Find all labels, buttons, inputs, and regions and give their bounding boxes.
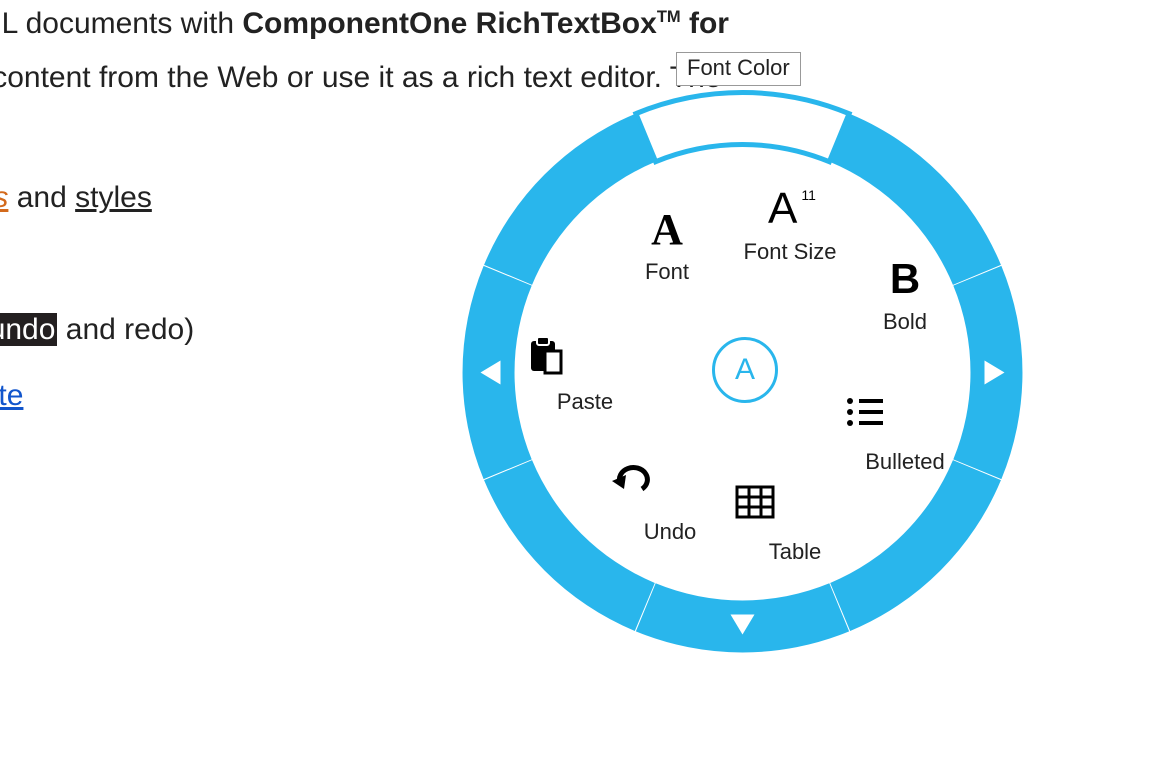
radial-item-label: Font Size — [730, 239, 850, 265]
tooltip: Font Color — [676, 52, 801, 86]
highlighted-text: undo — [0, 313, 57, 346]
radial-item-font-size[interactable]: A11 Font Size — [730, 185, 850, 265]
doc-text: and redo) — [57, 313, 194, 346]
radial-center-label: A — [735, 353, 755, 387]
doc-text: t as HTML documents with — [0, 7, 242, 40]
radial-item-label: Bulleted — [845, 449, 965, 475]
radial-item-label: Font — [607, 259, 727, 285]
radial-item-bulleted[interactable]: Bulleted — [845, 395, 965, 475]
paste-icon — [525, 335, 645, 383]
bulleted-list-icon — [845, 395, 965, 443]
radial-center-button[interactable]: A — [712, 337, 778, 403]
undo-icon — [610, 465, 730, 513]
hyperlink[interactable]: ne website — [0, 379, 23, 412]
radial-item-undo[interactable]: Undo — [610, 465, 730, 545]
radial-item-table[interactable]: Table — [735, 485, 855, 565]
bold-icon: B — [845, 255, 965, 303]
font-icon: A — [607, 205, 727, 253]
radial-item-label: Bold — [845, 309, 965, 335]
font-size-icon: A11 — [730, 185, 850, 233]
doc-text: for — [681, 7, 729, 40]
trademark: TM — [657, 8, 681, 26]
radial-menu: A Font A11 Font Size B Bold Bulleted — [445, 75, 1040, 670]
radial-item-label: Paste — [525, 389, 645, 415]
radial-item-bold[interactable]: B Bold — [845, 255, 965, 335]
radial-item-paste[interactable]: Paste — [525, 335, 645, 415]
radial-item-font[interactable]: A Font — [607, 205, 727, 285]
doc-text: and — [8, 181, 75, 214]
radial-item-label: Undo — [610, 519, 730, 545]
styled-text: styles — [75, 181, 152, 214]
product-name: ComponentOne RichTextBox — [242, 7, 656, 40]
table-icon — [735, 485, 855, 533]
radial-item-label: Table — [735, 539, 855, 565]
